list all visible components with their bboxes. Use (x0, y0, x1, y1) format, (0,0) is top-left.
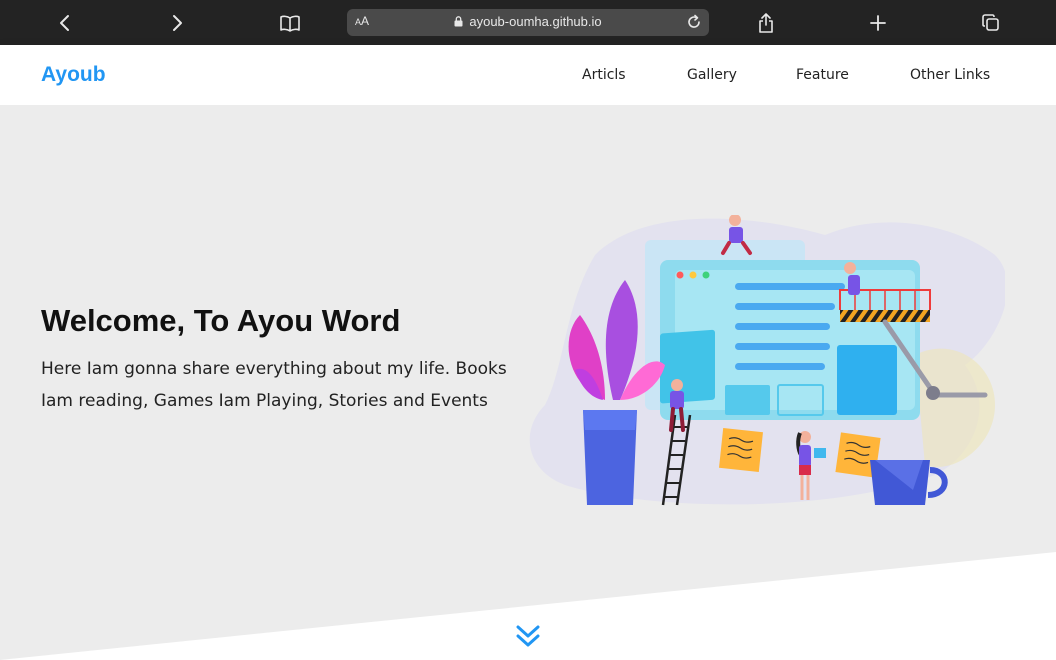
browser-toolbar: AA ayoub-oumha.github.io (0, 0, 1056, 45)
address-bar[interactable]: AA ayoub-oumha.github.io (347, 9, 709, 36)
new-tab-button[interactable] (863, 8, 893, 38)
hero-section: Welcome, To Ayou Word Here Iam gonna sha… (0, 105, 1056, 660)
bookmarks-button[interactable] (275, 8, 305, 38)
share-icon (759, 13, 773, 33)
scroll-down-icon[interactable] (513, 621, 543, 651)
nav-link-feature[interactable]: Feature (796, 67, 876, 83)
forward-icon (173, 15, 182, 31)
site-header: Ayoub Articls Gallery Feature Other Link… (0, 45, 1056, 105)
nav-link-articls[interactable]: Articls (582, 67, 642, 83)
nav-link-other-links[interactable]: Other Links (910, 67, 1000, 83)
forward-button[interactable] (162, 8, 192, 38)
back-button[interactable] (50, 8, 80, 38)
reload-icon[interactable] (685, 13, 703, 31)
new-tab-icon (870, 15, 886, 31)
bookmarks-icon (280, 15, 300, 32)
hero-description: Here Iam gonna share everything about my… (41, 359, 507, 411)
site-logo[interactable]: Ayoub (41, 63, 106, 87)
tabs-icon (982, 14, 999, 31)
url-text: ayoub-oumha.github.io (469, 14, 602, 29)
share-button[interactable] (751, 8, 781, 38)
back-icon (60, 15, 69, 31)
tabs-overview-button[interactable] (976, 8, 1006, 38)
hero-illustration (529, 215, 1005, 506)
hero-title: Welcome, To Ayou Word (41, 303, 401, 338)
lock-icon (454, 16, 463, 27)
nav-link-gallery[interactable]: Gallery (687, 67, 747, 83)
